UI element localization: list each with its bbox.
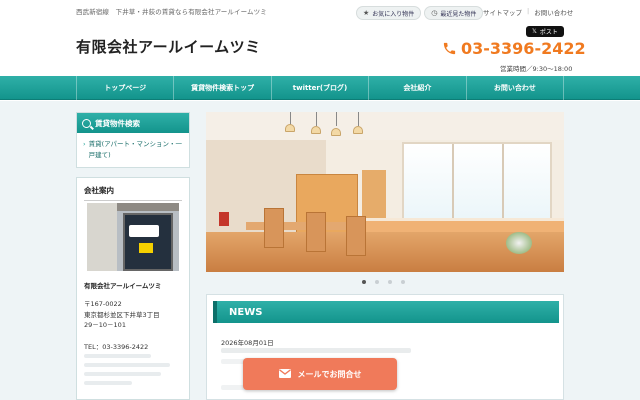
address-line-2: 29－10－101 <box>84 321 126 329</box>
slider-dot[interactable] <box>401 280 405 284</box>
rental-search-link-label: 賃貸(アパート・マンション・一戸建て) <box>88 140 183 159</box>
search-icon <box>82 118 91 128</box>
x-icon: 𝕏 <box>532 28 537 35</box>
recent-label: 最近見た物件 <box>440 10 477 18</box>
company-name: 有限会社アールイームツミ <box>84 282 162 290</box>
chevron-right-icon: › <box>83 140 86 148</box>
favorites-label: お気に入り物件 <box>372 10 415 18</box>
slider-dots <box>362 280 405 284</box>
news-heading: NEWS <box>213 301 559 323</box>
global-navigation: トップページ 賃貸物件検索トップ twitter(ブログ) 会社紹介 お問い合わ… <box>0 76 640 100</box>
x-post-label: ポスト <box>539 29 558 36</box>
nav-twitter-blog[interactable]: twitter(ブログ) <box>270 76 368 100</box>
hero-slider-image[interactable] <box>206 112 564 272</box>
company-address: 〒167-0022 東京都杉並区下井草3丁目 29－10－101 <box>84 299 160 331</box>
company-info-heading: 会社案内 <box>84 185 182 201</box>
nav-top-page[interactable]: トップページ <box>76 76 173 100</box>
site-tagline: 西武新宿線 下井草・井荻の賃貸なら有限会社アールイームツミ <box>76 8 267 16</box>
favorites-button[interactable]: ★ お気に入り物件 <box>356 6 422 20</box>
star-icon: ★ <box>363 9 370 17</box>
clock-icon: ◷ <box>431 9 438 17</box>
quick-buttons: ★ お気に入り物件 ◷ 最近見た物件 <box>356 6 484 20</box>
contact-link[interactable]: お問い合わせ <box>529 7 578 17</box>
business-hours: 営業時間／9:30〜18:00 <box>500 65 573 73</box>
company-info-box: 会社案内 有限会社アールイームツミ 〒167-0022 東京都杉並区下井草3丁目… <box>76 177 190 400</box>
top-bar: 西武新宿線 下井草・井荻の賃貸なら有限会社アールイームツミ ★ お気に入り物件 … <box>0 0 640 24</box>
sitemap-link[interactable]: サイトマップ <box>478 7 527 17</box>
nav-rental-search[interactable]: 賃貸物件検索トップ <box>173 76 270 100</box>
storefront-photo <box>87 203 179 271</box>
mail-button-label: メールでお問合せ <box>297 369 362 379</box>
nav-company[interactable]: 会社紹介 <box>368 76 465 100</box>
rental-search-heading: 賃貸物件検索 <box>77 113 189 133</box>
mail-contact-button[interactable]: メールでお問合せ <box>243 358 397 390</box>
phone-number[interactable]: 03-3396-2422 <box>441 39 586 58</box>
news-date: 2026年08月01日 <box>221 339 274 347</box>
x-post-button[interactable]: 𝕏 ポスト <box>526 26 564 37</box>
phone-icon <box>441 41 457 57</box>
rental-search-link[interactable]: › 賃貸(アパート・マンション・一戸建て) <box>77 133 189 161</box>
rental-search-box: 賃貸物件検索 › 賃貸(アパート・マンション・一戸建て) <box>76 112 190 168</box>
phone-text: 03-3396-2422 <box>461 39 586 58</box>
address-line-1: 東京都杉並区下井草3丁目 <box>84 310 160 319</box>
slider-dot[interactable] <box>388 280 392 284</box>
envelope-icon <box>278 368 291 380</box>
rental-search-title: 賃貸物件検索 <box>95 118 140 128</box>
slider-dot[interactable] <box>375 280 379 284</box>
faded-text-lines <box>84 354 180 390</box>
postal-code: 〒167-0022 <box>84 300 122 308</box>
company-tel: TEL：03-3396-2422 <box>84 343 149 351</box>
slider-dot[interactable] <box>362 280 366 284</box>
recently-viewed-button[interactable]: ◷ 最近見た物件 <box>424 6 484 20</box>
news-text-faded <box>221 348 411 353</box>
site-logo[interactable]: 有限会社アールイームツミ <box>76 36 261 57</box>
utility-links: サイトマップ | お問い合わせ <box>478 7 578 17</box>
nav-contact[interactable]: お問い合わせ <box>465 76 565 100</box>
